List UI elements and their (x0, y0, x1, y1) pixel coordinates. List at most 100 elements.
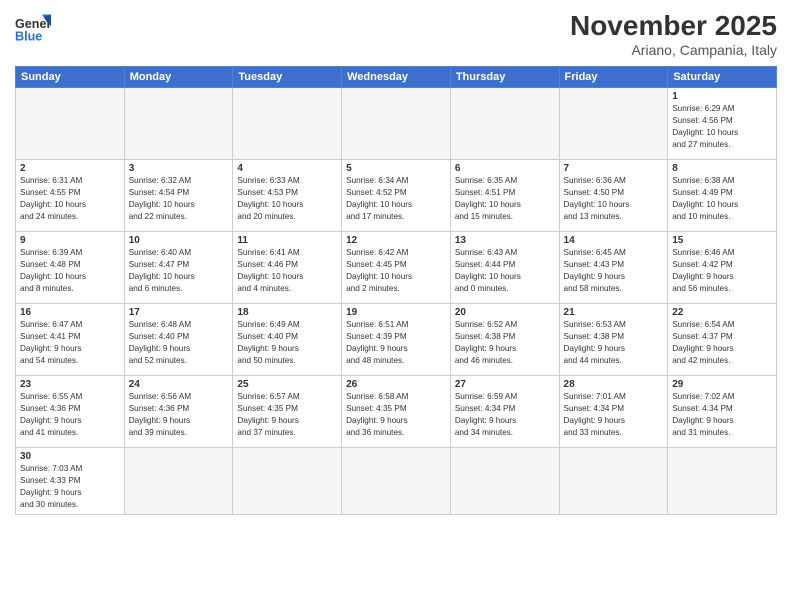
calendar-cell: 4Sunrise: 6:33 AM Sunset: 4:53 PM Daylig… (233, 160, 342, 232)
page: General Blue November 2025 Ariano, Campa… (0, 0, 792, 612)
day-info: Sunrise: 6:59 AM Sunset: 4:34 PM Dayligh… (455, 391, 555, 439)
calendar-cell: 17Sunrise: 6:48 AM Sunset: 4:40 PM Dayli… (124, 304, 233, 376)
day-info: Sunrise: 6:36 AM Sunset: 4:50 PM Dayligh… (564, 175, 664, 223)
calendar-cell: 7Sunrise: 6:36 AM Sunset: 4:50 PM Daylig… (559, 160, 668, 232)
day-number: 10 (129, 235, 229, 246)
day-number: 26 (346, 379, 446, 390)
day-number: 13 (455, 235, 555, 246)
day-number: 24 (129, 379, 229, 390)
day-info: Sunrise: 6:58 AM Sunset: 4:35 PM Dayligh… (346, 391, 446, 439)
calendar-cell (342, 448, 451, 515)
weekday-header-sunday: Sunday (16, 67, 125, 88)
day-info: Sunrise: 6:32 AM Sunset: 4:54 PM Dayligh… (129, 175, 229, 223)
header: General Blue November 2025 Ariano, Campa… (15, 10, 777, 58)
day-info: Sunrise: 6:38 AM Sunset: 4:49 PM Dayligh… (672, 175, 772, 223)
calendar-row-4: 23Sunrise: 6:55 AM Sunset: 4:36 PM Dayli… (16, 376, 777, 448)
day-number: 25 (237, 379, 337, 390)
day-info: Sunrise: 6:42 AM Sunset: 4:45 PM Dayligh… (346, 247, 446, 295)
day-number: 19 (346, 307, 446, 318)
day-info: Sunrise: 6:46 AM Sunset: 4:42 PM Dayligh… (672, 247, 772, 295)
day-number: 22 (672, 307, 772, 318)
day-info: Sunrise: 6:31 AM Sunset: 4:55 PM Dayligh… (20, 175, 120, 223)
logo-icon: General Blue (15, 10, 51, 46)
calendar-cell (124, 448, 233, 515)
day-info: Sunrise: 6:45 AM Sunset: 4:43 PM Dayligh… (564, 247, 664, 295)
calendar-cell: 13Sunrise: 6:43 AM Sunset: 4:44 PM Dayli… (450, 232, 559, 304)
calendar-cell: 24Sunrise: 6:56 AM Sunset: 4:36 PM Dayli… (124, 376, 233, 448)
weekday-header-tuesday: Tuesday (233, 67, 342, 88)
calendar-row-3: 16Sunrise: 6:47 AM Sunset: 4:41 PM Dayli… (16, 304, 777, 376)
day-info: Sunrise: 6:33 AM Sunset: 4:53 PM Dayligh… (237, 175, 337, 223)
weekday-header-wednesday: Wednesday (342, 67, 451, 88)
day-info: Sunrise: 6:47 AM Sunset: 4:41 PM Dayligh… (20, 319, 120, 367)
calendar-cell: 16Sunrise: 6:47 AM Sunset: 4:41 PM Dayli… (16, 304, 125, 376)
day-number: 1 (672, 91, 772, 102)
day-number: 9 (20, 235, 120, 246)
calendar-cell (450, 448, 559, 515)
weekday-header-row: SundayMondayTuesdayWednesdayThursdayFrid… (16, 67, 777, 88)
day-number: 14 (564, 235, 664, 246)
day-number: 16 (20, 307, 120, 318)
calendar-cell: 27Sunrise: 6:59 AM Sunset: 4:34 PM Dayli… (450, 376, 559, 448)
day-number: 15 (672, 235, 772, 246)
calendar-row-5: 30Sunrise: 7:03 AM Sunset: 4:33 PM Dayli… (16, 448, 777, 515)
day-info: Sunrise: 6:39 AM Sunset: 4:48 PM Dayligh… (20, 247, 120, 295)
logo: General Blue (15, 10, 51, 46)
calendar-cell: 22Sunrise: 6:54 AM Sunset: 4:37 PM Dayli… (668, 304, 777, 376)
day-number: 18 (237, 307, 337, 318)
calendar-cell (450, 88, 559, 160)
day-info: Sunrise: 6:43 AM Sunset: 4:44 PM Dayligh… (455, 247, 555, 295)
day-info: Sunrise: 6:29 AM Sunset: 4:56 PM Dayligh… (672, 103, 772, 151)
calendar-cell: 18Sunrise: 6:49 AM Sunset: 4:40 PM Dayli… (233, 304, 342, 376)
calendar-cell: 19Sunrise: 6:51 AM Sunset: 4:39 PM Dayli… (342, 304, 451, 376)
day-number: 30 (20, 451, 120, 462)
calendar-cell: 6Sunrise: 6:35 AM Sunset: 4:51 PM Daylig… (450, 160, 559, 232)
calendar-cell: 12Sunrise: 6:42 AM Sunset: 4:45 PM Dayli… (342, 232, 451, 304)
day-info: Sunrise: 6:55 AM Sunset: 4:36 PM Dayligh… (20, 391, 120, 439)
day-number: 29 (672, 379, 772, 390)
day-number: 4 (237, 163, 337, 174)
day-info: Sunrise: 6:35 AM Sunset: 4:51 PM Dayligh… (455, 175, 555, 223)
day-number: 6 (455, 163, 555, 174)
day-info: Sunrise: 6:52 AM Sunset: 4:38 PM Dayligh… (455, 319, 555, 367)
day-info: Sunrise: 7:02 AM Sunset: 4:34 PM Dayligh… (672, 391, 772, 439)
day-number: 8 (672, 163, 772, 174)
day-number: 27 (455, 379, 555, 390)
day-number: 23 (20, 379, 120, 390)
calendar-cell: 9Sunrise: 6:39 AM Sunset: 4:48 PM Daylig… (16, 232, 125, 304)
day-info: Sunrise: 6:53 AM Sunset: 4:38 PM Dayligh… (564, 319, 664, 367)
calendar-cell: 15Sunrise: 6:46 AM Sunset: 4:42 PM Dayli… (668, 232, 777, 304)
day-number: 5 (346, 163, 446, 174)
day-info: Sunrise: 6:48 AM Sunset: 4:40 PM Dayligh… (129, 319, 229, 367)
day-info: Sunrise: 6:49 AM Sunset: 4:40 PM Dayligh… (237, 319, 337, 367)
calendar-cell (233, 88, 342, 160)
weekday-header-saturday: Saturday (668, 67, 777, 88)
day-number: 28 (564, 379, 664, 390)
calendar-cell: 8Sunrise: 6:38 AM Sunset: 4:49 PM Daylig… (668, 160, 777, 232)
calendar-cell: 25Sunrise: 6:57 AM Sunset: 4:35 PM Dayli… (233, 376, 342, 448)
calendar-cell: 21Sunrise: 6:53 AM Sunset: 4:38 PM Dayli… (559, 304, 668, 376)
day-number: 3 (129, 163, 229, 174)
day-info: Sunrise: 7:01 AM Sunset: 4:34 PM Dayligh… (564, 391, 664, 439)
calendar-cell: 29Sunrise: 7:02 AM Sunset: 4:34 PM Dayli… (668, 376, 777, 448)
svg-text:Blue: Blue (15, 30, 42, 44)
calendar-cell: 14Sunrise: 6:45 AM Sunset: 4:43 PM Dayli… (559, 232, 668, 304)
day-number: 17 (129, 307, 229, 318)
calendar-cell (668, 448, 777, 515)
day-number: 12 (346, 235, 446, 246)
title-block: November 2025 Ariano, Campania, Italy (570, 10, 777, 58)
calendar-cell (16, 88, 125, 160)
weekday-header-monday: Monday (124, 67, 233, 88)
day-info: Sunrise: 6:57 AM Sunset: 4:35 PM Dayligh… (237, 391, 337, 439)
calendar-cell (124, 88, 233, 160)
calendar-cell: 1Sunrise: 6:29 AM Sunset: 4:56 PM Daylig… (668, 88, 777, 160)
calendar: SundayMondayTuesdayWednesdayThursdayFrid… (15, 66, 777, 515)
day-number: 21 (564, 307, 664, 318)
day-number: 2 (20, 163, 120, 174)
calendar-cell (342, 88, 451, 160)
day-info: Sunrise: 6:41 AM Sunset: 4:46 PM Dayligh… (237, 247, 337, 295)
calendar-cell: 3Sunrise: 6:32 AM Sunset: 4:54 PM Daylig… (124, 160, 233, 232)
day-info: Sunrise: 6:51 AM Sunset: 4:39 PM Dayligh… (346, 319, 446, 367)
weekday-header-friday: Friday (559, 67, 668, 88)
calendar-cell (233, 448, 342, 515)
